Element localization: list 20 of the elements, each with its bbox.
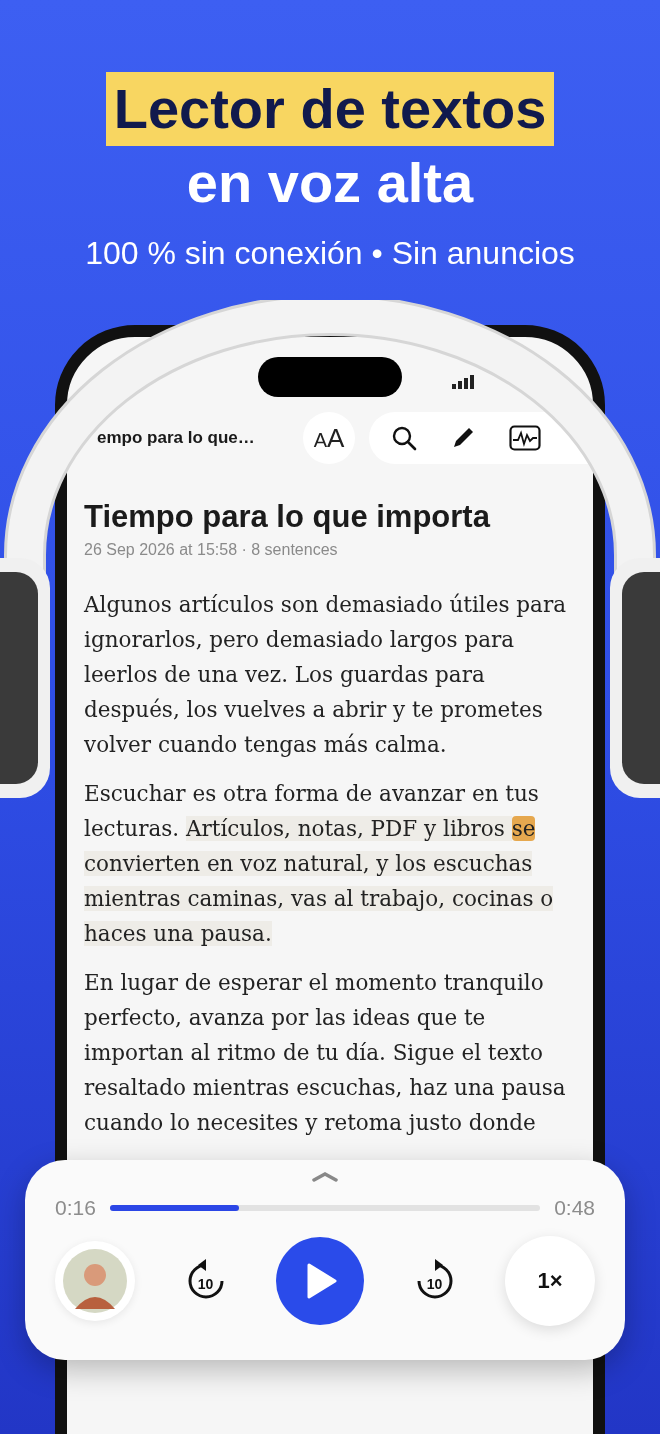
article-title: Tiempo para lo que importa	[84, 499, 492, 535]
headline-title: en voz alta	[186, 150, 474, 216]
article-meta: 26 Sep 2026 at 15:58 · 8 sentences	[84, 541, 339, 559]
subtitle: 100 % sin conexión • Sin anuncios	[85, 234, 575, 273]
total-time: 0:48	[554, 1196, 595, 1220]
chevron-up-icon[interactable]	[311, 1170, 339, 1182]
elapsed-time: 0:16	[55, 1196, 96, 1220]
signal-icon	[452, 375, 474, 389]
text-size-button[interactable]: AA	[303, 412, 355, 464]
document-title: empo para lo que…	[97, 428, 256, 448]
article-paragraph: Algunos artículos son demasiado útiles para ignorarlos, pero demasiado largos para leerlos de una vez. Los guardas para después, los vuelves a abrir y te prometes volver cuando tengas más calma.	[84, 591, 567, 759]
speed-button[interactable]: 1×	[505, 1236, 595, 1326]
waveform-icon[interactable]	[509, 425, 541, 451]
headline-title: Lector de textos	[105, 72, 555, 146]
skip-back-button[interactable]: 10	[183, 1259, 228, 1303]
article-paragraph: En lugar de esperar el momento tranquilo perfecto, avanza por las ideas que te importan al ritmo de tu día. Sigue el texto resaltado mientras escuchas, haz una pausa cuando lo necesites y retoma justo donde	[84, 969, 567, 1137]
search-icon[interactable]	[391, 425, 417, 451]
progress-track[interactable]	[109, 1205, 541, 1211]
skip-forward-button[interactable]: 10	[412, 1259, 457, 1303]
pencil-icon[interactable]	[451, 426, 475, 450]
